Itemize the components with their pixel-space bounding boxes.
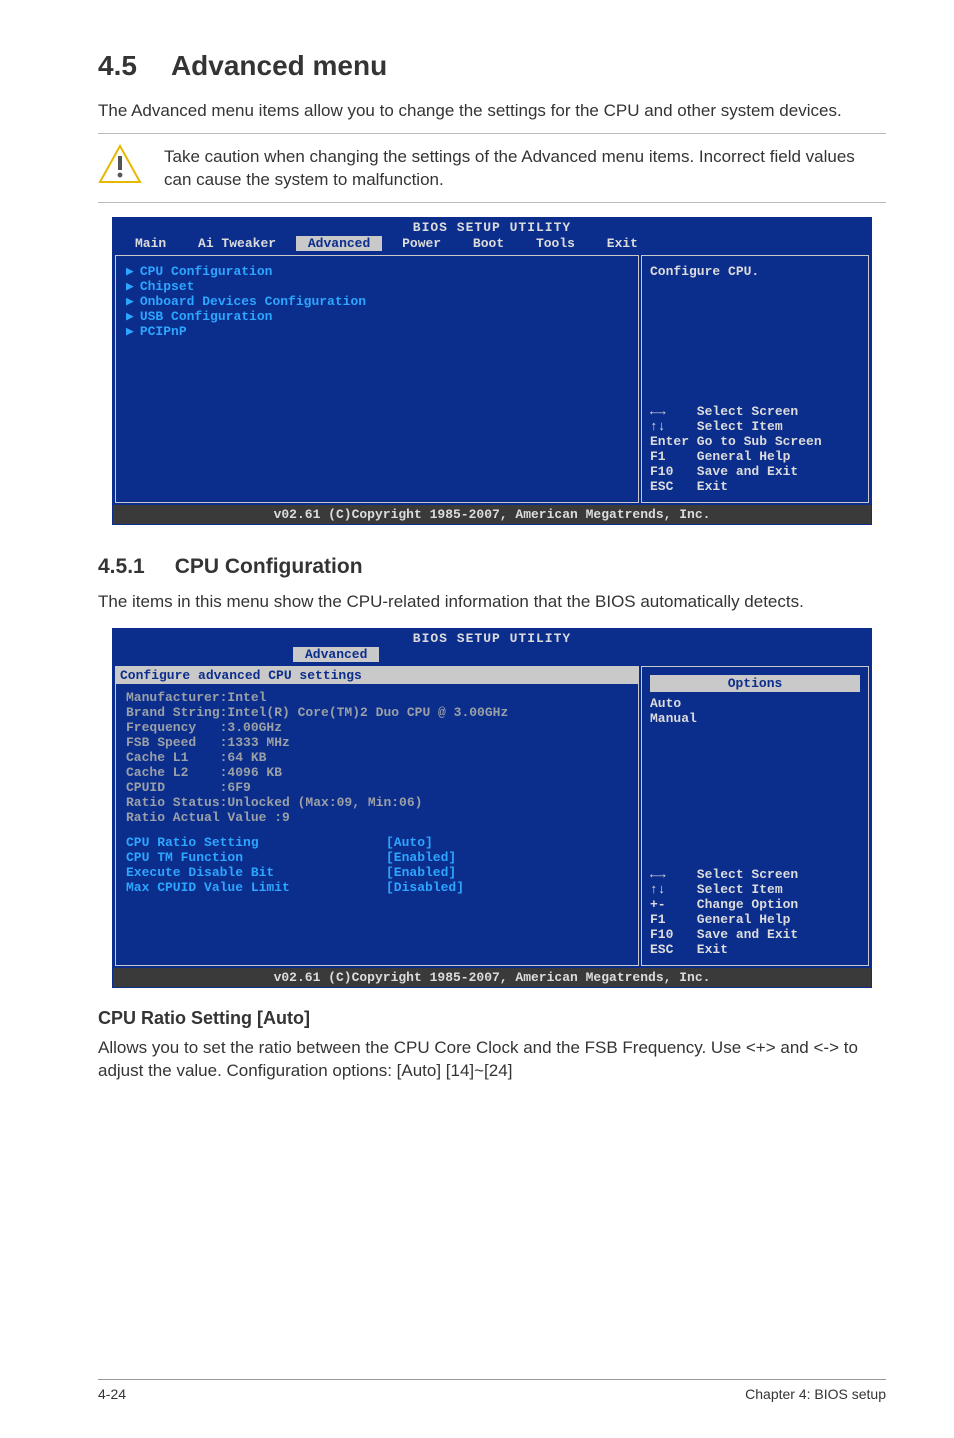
submenu-arrow-icon: ▶	[126, 294, 134, 309]
bios-info-line: Cache L2 :4096 KB	[126, 765, 628, 780]
bios-help-line: F10 Save and Exit	[650, 927, 860, 942]
bios-tab[interactable]: Ai Tweaker	[186, 236, 288, 251]
submenu-arrow-icon: ▶	[126, 309, 134, 324]
bios-help-line: ↑↓ Select Item	[650, 882, 860, 897]
subsection-title-text: CPU Configuration	[175, 555, 363, 578]
bios-menu-item[interactable]: ▶ PCIPnP	[126, 324, 628, 339]
bios-copyright: v02.61 (C)Copyright 1985-2007, American …	[113, 968, 871, 987]
bios-help-line: ESC Exit	[650, 479, 860, 494]
submenu-arrow-icon: ▶	[126, 279, 134, 294]
intro-paragraph: The Advanced menu items allow you to cha…	[98, 100, 886, 123]
bios-menu-item[interactable]: ▶ CPU Configuration	[126, 264, 628, 279]
bios-option[interactable]: Manual	[650, 711, 860, 726]
bios-screenshot-cpu-config: BIOS SETUP UTILITY Advanced Configure ad…	[112, 628, 872, 988]
bios-setting-value: [Auto]	[386, 835, 433, 850]
bios-info-line: FSB Speed :1333 MHz	[126, 735, 628, 750]
bios-info-line: CPUID :6F9	[126, 780, 628, 795]
bios-screenshot-advanced-menu: BIOS SETUP UTILITY Main Ai Tweaker Advan…	[112, 217, 872, 525]
bios-info-line: Ratio Actual Value :9	[126, 810, 628, 825]
bios-setting-row[interactable]: CPU Ratio Setting[Auto]	[126, 835, 628, 850]
bios-setting-row[interactable]: CPU TM Function[Enabled]	[126, 850, 628, 865]
spacer	[126, 825, 628, 835]
divider	[98, 133, 886, 134]
divider	[98, 202, 886, 203]
bios-options-header: Options	[650, 675, 860, 692]
bios-setting-key: Execute Disable Bit	[126, 865, 386, 880]
bios-panel-title: Configure advanced CPU settings	[116, 667, 638, 684]
bios-help-description: Configure CPU.	[650, 264, 860, 279]
bios-tab-bar: Advanced	[113, 647, 871, 664]
bios-tab[interactable]: Boot	[461, 236, 516, 251]
submenu-arrow-icon: ▶	[126, 324, 134, 339]
bios-menu-label: Onboard Devices Configuration	[140, 294, 366, 309]
bios-setting-row[interactable]: Execute Disable Bit[Enabled]	[126, 865, 628, 880]
bios-help-pane: Configure CPU. ←→ Select Screen ↑↓ Selec…	[641, 255, 869, 503]
bios-help-line: ↑↓ Select Item	[650, 419, 860, 434]
bios-title: BIOS SETUP UTILITY	[113, 218, 871, 236]
caution-note: Take caution when changing the settings …	[98, 142, 886, 194]
bios-help-line: ←→ Select Screen	[650, 404, 860, 419]
bios-setting-value: [Enabled]	[386, 850, 456, 865]
bios-key-legend: ←→ Select Screen ↑↓ Select Item +- Chang…	[650, 867, 860, 957]
caution-icon	[98, 144, 142, 184]
option-description: Allows you to set the ratio between the …	[98, 1037, 886, 1083]
bios-help-line: ESC Exit	[650, 942, 860, 957]
section-number: 4.5	[98, 50, 137, 82]
bios-help-pane: Options Auto Manual ←→ Select Screen ↑↓ …	[641, 666, 869, 966]
submenu-arrow-icon: ▶	[126, 264, 134, 279]
bios-info-line: Cache L1 :64 KB	[126, 750, 628, 765]
bios-setting-value: [Disabled]	[386, 880, 464, 895]
bios-title: BIOS SETUP UTILITY	[113, 629, 871, 647]
bios-tab[interactable]: Exit	[595, 236, 650, 251]
bios-menu-label: USB Configuration	[140, 309, 273, 324]
bios-help-line: F10 Save and Exit	[650, 464, 860, 479]
section-heading: 4.5 Advanced menu	[98, 50, 886, 82]
bios-menu-label: CPU Configuration	[140, 264, 273, 279]
bios-help-line: F1 General Help	[650, 449, 860, 464]
bios-setting-row[interactable]: Max CPUID Value Limit[Disabled]	[126, 880, 628, 895]
bios-menu-pane: ▶ CPU Configuration ▶ Chipset ▶ Onboard Dev…	[115, 255, 639, 503]
page-number: 4-24	[98, 1386, 126, 1402]
bios-menu-item[interactable]: ▶ Onboard Devices Configuration	[126, 294, 628, 309]
bios-body: Configure advanced CPU settings Manufact…	[113, 664, 871, 968]
subsection-intro: The items in this menu show the CPU-rela…	[98, 591, 886, 614]
bios-menu-label: Chipset	[140, 279, 195, 294]
option-heading: CPU Ratio Setting [Auto]	[98, 1008, 886, 1029]
bios-tab-active[interactable]: Advanced	[293, 647, 379, 662]
bios-body: ▶ CPU Configuration ▶ Chipset ▶ Onboard Dev…	[113, 253, 871, 505]
bios-menu-label: PCIPnP	[140, 324, 187, 339]
bios-setting-value: [Enabled]	[386, 865, 456, 880]
bios-tab-active[interactable]: Advanced	[296, 236, 382, 251]
bios-help-line: Enter Go to Sub Screen	[650, 434, 860, 449]
bios-setting-key: CPU Ratio Setting	[126, 835, 386, 850]
section-title-text: Advanced menu	[171, 50, 387, 81]
bios-info-line: Manufacturer:Intel	[126, 690, 628, 705]
bios-info-line: Frequency :3.00GHz	[126, 720, 628, 735]
bios-setting-key: Max CPUID Value Limit	[126, 880, 386, 895]
bios-info-line: Ratio Status:Unlocked (Max:09, Min:06)	[126, 795, 628, 810]
bios-copyright: v02.61 (C)Copyright 1985-2007, American …	[113, 505, 871, 524]
bios-menu-item[interactable]: ▶ USB Configuration	[126, 309, 628, 324]
subsection-number: 4.5.1	[98, 555, 145, 579]
bios-setting-key: CPU TM Function	[126, 850, 386, 865]
page-footer: 4-24 Chapter 4: BIOS setup	[98, 1379, 886, 1402]
bios-settings-pane: Configure advanced CPU settings Manufact…	[115, 666, 639, 966]
bios-help-line: ←→ Select Screen	[650, 867, 860, 882]
bios-key-legend: ←→ Select Screen ↑↓ Select Item Enter Go…	[650, 404, 860, 494]
bios-tab-bar: Main Ai Tweaker Advanced Power Boot Tool…	[113, 236, 871, 253]
bios-help-line: +- Change Option	[650, 897, 860, 912]
bios-option[interactable]: Auto	[650, 696, 860, 711]
caution-text: Take caution when changing the settings …	[164, 144, 886, 192]
chapter-label: Chapter 4: BIOS setup	[745, 1386, 886, 1402]
subsection-heading: 4.5.1 CPU Configuration	[98, 555, 886, 579]
bios-menu-item[interactable]: ▶ Chipset	[126, 279, 628, 294]
bios-tab[interactable]: Main	[123, 236, 178, 251]
bios-info-line: Brand String:Intel(R) Core(TM)2 Duo CPU …	[126, 705, 628, 720]
bios-help-line: F1 General Help	[650, 912, 860, 927]
bios-tab[interactable]: Tools	[524, 236, 587, 251]
bios-tab[interactable]: Power	[390, 236, 453, 251]
